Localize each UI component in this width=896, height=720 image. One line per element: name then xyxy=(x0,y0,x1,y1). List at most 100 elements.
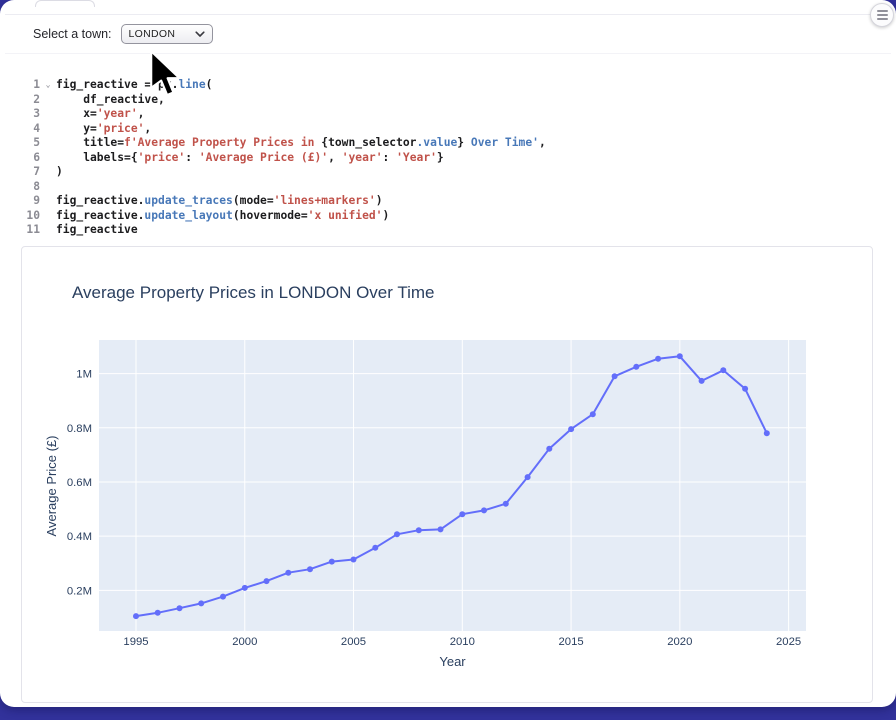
x-axis-title: Year xyxy=(439,654,466,669)
data-point-marker[interactable] xyxy=(177,605,183,611)
notebook-card: Select a town: LONDON 1⌄fig_reactive = p… xyxy=(0,0,896,707)
fold-gutter xyxy=(40,93,56,108)
code-text: fig_reactive xyxy=(56,223,138,238)
line-number: 11 xyxy=(14,223,40,238)
town-selector-value: LONDON xyxy=(129,28,176,40)
data-point-marker[interactable] xyxy=(459,511,465,517)
line-number: 10 xyxy=(14,209,40,224)
x-tick-label: 2020 xyxy=(667,636,692,648)
fold-arrow-icon[interactable]: ⌄ xyxy=(40,78,56,93)
code-editor[interactable]: 1⌄fig_reactive = px.line(2 df_reactive,3… xyxy=(14,78,876,238)
code-line: 4 y='price', xyxy=(14,122,876,137)
code-line: 11 fig_reactive xyxy=(14,223,876,238)
x-tick-label: 2015 xyxy=(559,636,584,648)
y-tick-label: 0.8M xyxy=(67,423,92,435)
data-point-marker[interactable] xyxy=(764,430,770,436)
fold-gutter xyxy=(40,107,56,122)
data-point-marker[interactable] xyxy=(699,378,705,384)
code-lines: 1⌄fig_reactive = px.line(2 df_reactive,3… xyxy=(14,78,876,238)
y-tick-label: 1M xyxy=(76,369,92,381)
chart-output-cell: Average Property Prices in LONDON Over T… xyxy=(21,246,873,703)
data-point-marker[interactable] xyxy=(416,527,422,533)
x-tick-label: 2005 xyxy=(341,636,366,648)
data-point-marker[interactable] xyxy=(525,474,531,480)
mouse-cursor-icon xyxy=(148,50,182,103)
fold-gutter xyxy=(40,165,56,180)
code-line: 1⌄fig_reactive = px.line( xyxy=(14,78,876,93)
x-tick-label: 1995 xyxy=(123,636,148,648)
code-text: ) xyxy=(56,165,63,180)
x-tick-label: 2010 xyxy=(450,636,475,648)
select-a-town-label: Select a town: xyxy=(33,27,112,41)
data-point-marker[interactable] xyxy=(677,353,683,359)
code-line: 2 df_reactive, xyxy=(14,93,876,108)
data-point-marker[interactable] xyxy=(351,557,357,563)
code-line: 6 labels={'price': 'Average Price (£)', … xyxy=(14,151,876,166)
data-point-marker[interactable] xyxy=(503,501,509,507)
code-text: title=f'Average Property Prices in {town… xyxy=(56,136,546,151)
widget-divider xyxy=(5,53,891,54)
line-number: 4 xyxy=(14,122,40,137)
line-number: 3 xyxy=(14,107,40,122)
line-number: 2 xyxy=(14,93,40,108)
data-point-marker[interactable] xyxy=(220,594,226,600)
line-number: 1 xyxy=(14,78,40,93)
code-line: 5 title=f'Average Property Prices in {to… xyxy=(14,136,876,151)
line-number: 8 xyxy=(14,180,40,195)
code-line: 9fig_reactive.update_traces(mode='lines+… xyxy=(14,194,876,209)
fold-gutter xyxy=(40,194,56,209)
fold-gutter xyxy=(40,223,56,238)
x-tick-label: 2025 xyxy=(776,636,801,648)
data-point-marker[interactable] xyxy=(198,600,204,606)
plotly-chart[interactable]: 1995 2000 2005 2010 2015 2020 2025 0.2M 0.4M 0.6M… xyxy=(22,247,872,702)
data-point-marker[interactable] xyxy=(285,570,291,576)
y-tick-label: 0.6M xyxy=(67,477,92,489)
line-number: 6 xyxy=(14,151,40,166)
menu-button[interactable] xyxy=(870,3,894,27)
code-line: 3 x='year', xyxy=(14,107,876,122)
fold-gutter xyxy=(40,180,56,195)
y-axis-title: Average Price (£) xyxy=(44,436,59,537)
code-text: x='year', xyxy=(56,107,144,122)
fold-gutter xyxy=(40,136,56,151)
data-point-marker[interactable] xyxy=(742,386,748,392)
tab-remnant xyxy=(35,0,95,7)
code-line: 8 xyxy=(14,180,876,195)
data-point-marker[interactable] xyxy=(307,566,313,572)
data-point-marker[interactable] xyxy=(329,559,335,565)
data-point-marker[interactable] xyxy=(242,585,248,591)
data-point-marker[interactable] xyxy=(481,507,487,513)
data-point-marker[interactable] xyxy=(568,426,574,432)
data-point-marker[interactable] xyxy=(590,411,596,417)
data-point-marker[interactable] xyxy=(133,613,139,619)
data-point-marker[interactable] xyxy=(264,578,270,584)
data-point-marker[interactable] xyxy=(155,610,161,616)
code-line: 10 fig_reactive.update_layout(hovermode='… xyxy=(14,209,876,224)
town-selector[interactable]: LONDON xyxy=(121,24,213,44)
data-point-marker[interactable] xyxy=(655,356,661,362)
fold-gutter xyxy=(40,151,56,166)
code-text: y='price', xyxy=(56,122,151,137)
x-tick-label: 2000 xyxy=(232,636,257,648)
data-point-marker[interactable] xyxy=(633,364,639,370)
code-text: fig_reactive.update_traces(mode='lines+m… xyxy=(56,194,383,209)
fold-gutter xyxy=(40,209,56,224)
data-point-marker[interactable] xyxy=(372,545,378,551)
fold-gutter xyxy=(40,122,56,137)
y-tick-label: 0.4M xyxy=(67,531,92,543)
line-number: 7 xyxy=(14,165,40,180)
data-point-marker[interactable] xyxy=(612,373,618,379)
data-point-marker[interactable] xyxy=(394,531,400,537)
code-text: labels={'price': 'Average Price (£)', 'y… xyxy=(56,151,444,166)
town-selector-row: Select a town: LONDON xyxy=(0,15,896,53)
y-tick-label: 0.2M xyxy=(67,585,92,597)
code-text: fig_reactive.update_layout(hovermode='x … xyxy=(56,209,389,224)
code-text: fig_reactive = px.line( xyxy=(56,78,212,93)
line-number: 5 xyxy=(14,136,40,151)
chevron-down-icon xyxy=(195,31,205,38)
plot-background[interactable] xyxy=(99,340,806,631)
code-line: 7) xyxy=(14,165,876,180)
data-point-marker[interactable] xyxy=(438,526,444,532)
data-point-marker[interactable] xyxy=(720,367,726,373)
data-point-marker[interactable] xyxy=(546,446,552,452)
